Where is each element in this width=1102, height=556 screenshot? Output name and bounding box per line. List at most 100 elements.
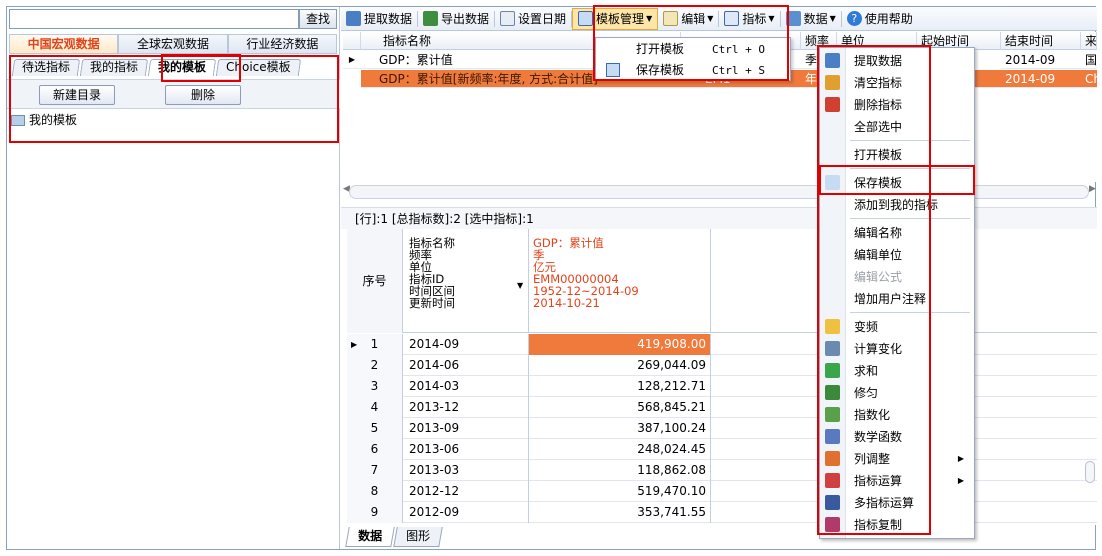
tree-item-my-templates[interactable]: 我的模板 <box>11 111 77 129</box>
search-row: 查找 <box>9 9 337 29</box>
cell-index: 4 <box>347 397 403 418</box>
header-index: 序号 <box>347 229 403 333</box>
tab-china-macro[interactable]: 中国宏观数据 <box>9 34 119 54</box>
cell-time: 2013-09 <box>403 418 529 439</box>
menu-item-shortcut: Ctrl + O <box>712 43 765 56</box>
context-menu-item[interactable]: 列调整 ▶ <box>820 448 974 470</box>
context-menu-item[interactable]: 变频 <box>820 316 974 338</box>
data-label: 数据 <box>803 12 828 26</box>
context-menu-item[interactable]: 求和 <box>820 360 974 382</box>
cell-index: 6 <box>347 439 403 460</box>
context-menu-item[interactable]: 指数化 <box>820 404 974 426</box>
context-menu-label: 编辑名称 <box>854 226 903 240</box>
menu-separator <box>850 312 970 313</box>
tab-my-indicators[interactable]: 我的指标 <box>79 59 149 76</box>
context-menu-label: 增加用户注释 <box>854 292 927 306</box>
cell-value[interactable]: 568,845.21 <box>529 397 711 418</box>
tab-chart[interactable]: 图形 <box>393 527 443 547</box>
context-menu-item[interactable]: 编辑名称 <box>820 222 974 244</box>
cell-time: 2013-03 <box>403 460 529 481</box>
data-menu[interactable]: 数据 ▼ <box>781 8 841 30</box>
header-attributes[interactable]: 指标名称 频率 单位 指标ID 时间区间 更新时间 <box>403 229 529 333</box>
series-header[interactable]: GDP：累计值 季 亿元 EMM00000004 1952-12~2014-09… <box>529 229 711 333</box>
table-row[interactable]: 1 ▶ 2014-09 419,908.00 <box>347 334 1097 355</box>
header-end-time[interactable]: 结束时间 <box>1001 32 1081 50</box>
context-menu-item[interactable]: 数学函数 <box>820 426 974 448</box>
table-row[interactable]: 2 2014-06 269,044.09 <box>347 355 1097 376</box>
vertical-scrollbar[interactable] <box>1085 461 1095 483</box>
horizontal-scrollbar[interactable] <box>349 185 1089 199</box>
set-date-button[interactable]: 设置日期 <box>495 8 571 30</box>
new-directory-button[interactable]: 新建目录 <box>39 85 115 105</box>
export-data-icon <box>423 11 439 26</box>
table-row[interactable]: 4 2013-12 568,845.21 <box>347 397 1097 418</box>
header-source[interactable]: 来 <box>1081 32 1097 50</box>
scroll-right-icon[interactable]: ▶ <box>1089 184 1096 194</box>
context-menu-item[interactable]: 打开模板 <box>820 144 974 166</box>
context-menu-item[interactable]: 添加到我的指标 <box>820 194 974 216</box>
save-template-icon <box>825 175 840 190</box>
row-pointer-icon: ▶ <box>351 340 358 349</box>
main-toolbar: 提取数据 导出数据 设置日期 模板管理 ▼ 编辑 ▼ 指标 ▼ 数据 ▼ ? 使… <box>341 7 1097 31</box>
cell-index: 9 <box>347 502 403 523</box>
export-data-button[interactable]: 导出数据 <box>418 8 494 30</box>
tab-global-macro[interactable]: 全球宏观数据 <box>118 34 228 54</box>
edit-menu[interactable]: 编辑 ▼ <box>658 8 718 30</box>
delete-button[interactable]: 删除 <box>165 85 241 105</box>
context-menu: 提取数据 清空指标 删除指标 全部选中 打开模板 保存模板 添加到我的指标 编辑名称 编辑单位编… <box>819 47 975 539</box>
context-menu-item[interactable]: 保存模板 <box>820 172 974 194</box>
indicator-menu[interactable]: 指标 ▼ <box>719 8 779 30</box>
context-menu-item[interactable]: 全部选中 <box>820 116 974 138</box>
table-row[interactable]: 7 2013-03 118,862.08 <box>347 460 1097 481</box>
tab-my-templates-label: 我的模板 <box>158 60 207 74</box>
cell-value[interactable]: 118,862.08 <box>529 460 711 481</box>
freq-icon <box>825 319 840 334</box>
cell-value[interactable]: 519,470.10 <box>529 481 711 502</box>
chevron-down-icon: ▼ <box>768 14 775 23</box>
cell-value[interactable]: 128,212.71 <box>529 376 711 397</box>
tab-industry-economy[interactable]: 行业经济数据 <box>227 34 337 54</box>
table-row[interactable]: 5 2013-09 387,100.24 <box>347 418 1097 439</box>
context-menu-label: 编辑单位 <box>854 248 903 262</box>
cell-index: 8 <box>347 481 403 502</box>
context-menu-item[interactable]: 编辑单位 <box>820 244 974 266</box>
context-menu-item[interactable]: 修匀 <box>820 382 974 404</box>
context-menu-item[interactable]: 提取数据 <box>820 50 974 72</box>
tab-data[interactable]: 数据 <box>345 527 395 547</box>
cell-value[interactable]: 353,741.55 <box>529 502 711 523</box>
fetch-data-icon <box>825 53 840 68</box>
context-menu-item[interactable]: 多指标运算 <box>820 492 974 514</box>
table-row[interactable]: 6 2013-06 248,024.45 <box>347 439 1097 460</box>
save-template-icon <box>606 63 620 77</box>
menu-item-save-template[interactable]: 保存模板 Ctrl + S <box>596 60 792 81</box>
search-button[interactable]: 查找 <box>299 9 337 29</box>
context-menu-item[interactable]: 增加用户注释 <box>820 288 974 310</box>
template-management-label: 模板管理 <box>596 12 645 26</box>
context-menu-item[interactable]: 指标运算 ▶ <box>820 470 974 492</box>
context-menu-label: 清空指标 <box>854 76 903 90</box>
template-management-menu[interactable]: 模板管理 ▼ <box>572 7 659 30</box>
tab-candidate-indicators[interactable]: 待选指标 <box>11 59 81 76</box>
tab-my-templates[interactable]: 我的模板 <box>147 59 217 76</box>
context-menu-item[interactable]: 指标复制 <box>820 514 974 536</box>
help-button[interactable]: ? 使用帮助 <box>842 8 918 30</box>
cell-value[interactable]: 248,024.45 <box>529 439 711 460</box>
menu-item-open-template[interactable]: 打开模板 Ctrl + O <box>596 39 792 60</box>
search-input[interactable] <box>9 9 299 29</box>
copy-power-icon <box>825 517 840 532</box>
cell-value[interactable]: 269,044.09 <box>529 355 711 376</box>
cell-value[interactable]: 419,908.00 <box>529 334 711 355</box>
left-panel: 查找 中国宏观数据 全球宏观数据 行业经济数据 待选指标 我的指标 我的模板 C… <box>7 7 340 549</box>
table-row[interactable]: 3 2014-03 128,212.71 <box>347 376 1097 397</box>
table-row[interactable]: 8 2012-12 519,470.10 <box>347 481 1097 502</box>
context-menu-item[interactable]: 计算变化 <box>820 338 974 360</box>
calendar-icon <box>500 11 516 26</box>
tab-choice-templates[interactable]: Choice模板 <box>215 59 301 76</box>
smooth-icon <box>825 385 840 400</box>
chevron-down-icon[interactable]: ▼ <box>517 281 523 290</box>
fetch-data-button[interactable]: 提取数据 <box>341 8 417 30</box>
table-row[interactable]: 9 2012-09 353,741.55 <box>347 502 1097 523</box>
context-menu-item[interactable]: 删除指标 <box>820 94 974 116</box>
cell-value[interactable]: 387,100.24 <box>529 418 711 439</box>
context-menu-item[interactable]: 清空指标 <box>820 72 974 94</box>
